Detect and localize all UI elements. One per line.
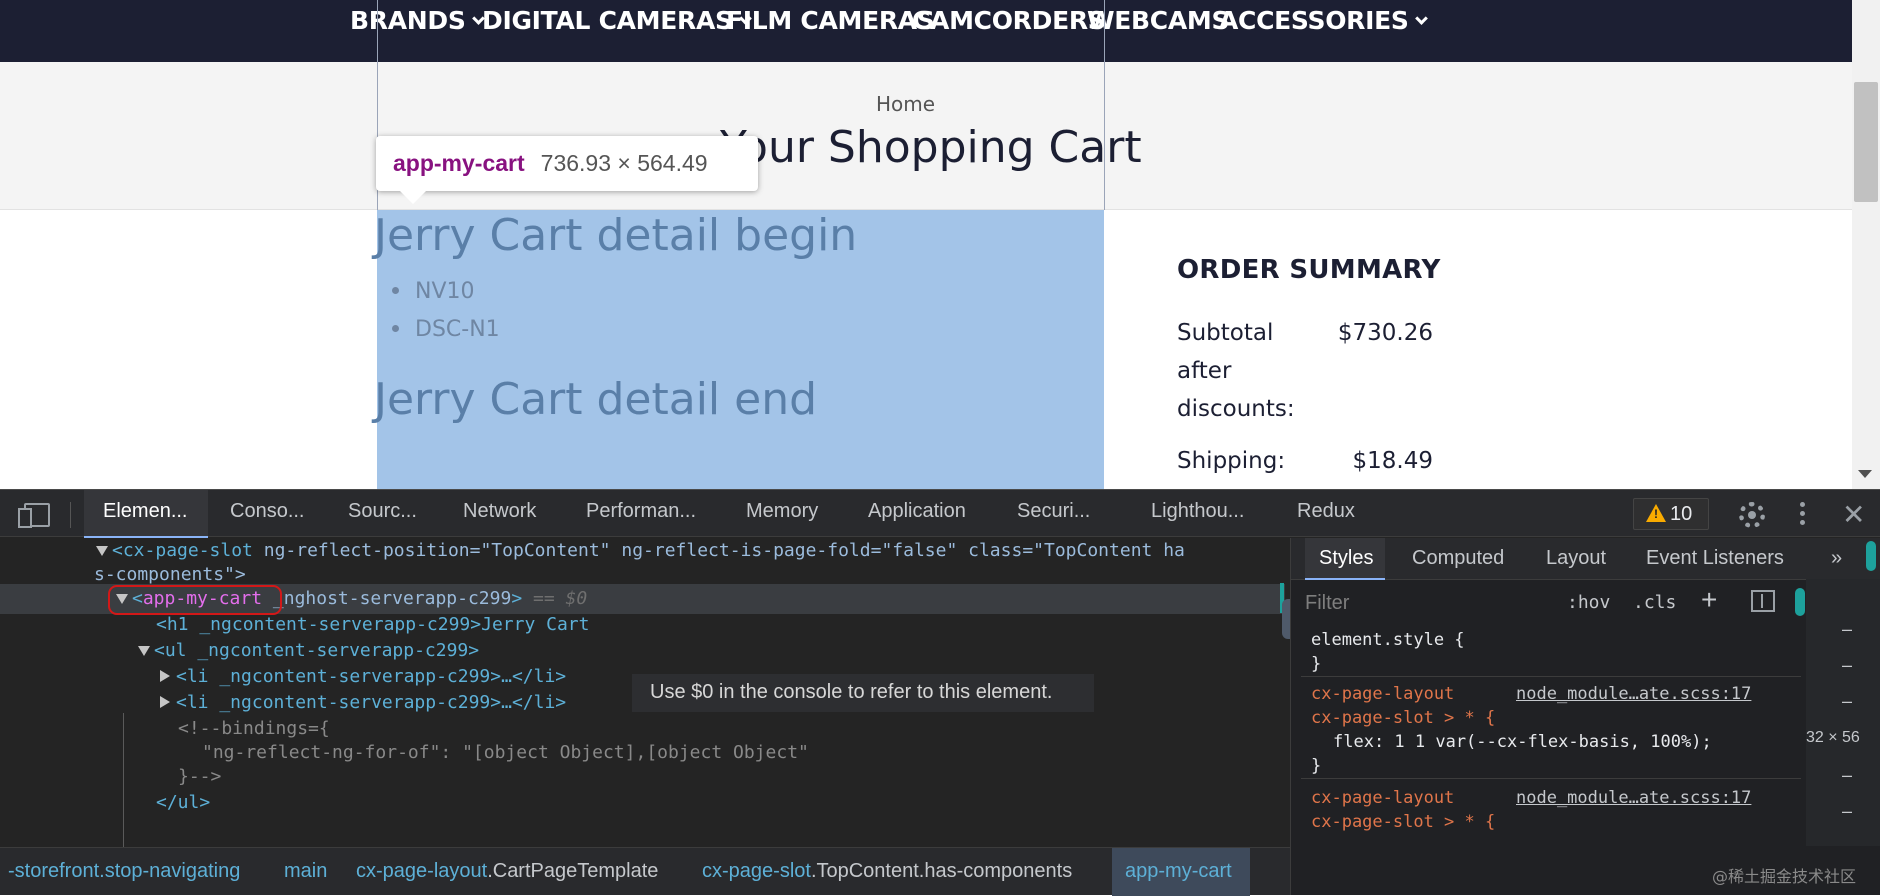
scroll-marker — [1866, 541, 1876, 571]
console-hint-tooltip: Use $0 in the console to refer to this e… — [632, 674, 1094, 712]
chevron-down-icon — [1414, 12, 1428, 25]
top-navigation: BRANDS DIGITAL CAMERAS FILM CAMERAS CAMC… — [0, 0, 1852, 62]
divider — [1301, 778, 1801, 779]
tab-computed[interactable]: Computed — [1412, 547, 1504, 570]
rule-close-brace: } — [1311, 756, 1322, 776]
styles-tabbar: Styles Computed Layout Event Listeners » — [1291, 538, 1880, 580]
shipping-value: $18.49 — [1352, 448, 1433, 474]
close-icon[interactable]: ✕ — [1842, 498, 1865, 531]
page-scrollbar-thumb[interactable] — [1854, 82, 1878, 202]
device-toolbar-icon[interactable] — [18, 503, 50, 528]
tab-event-listeners[interactable]: Event Listeners — [1646, 547, 1784, 570]
inspector-tooltip: app-my-cart 736.93 × 564.49 — [376, 136, 758, 204]
tab-lighthouse[interactable]: Lighthou... — [1151, 500, 1244, 523]
page-title: Your Shopping Cart — [720, 122, 1142, 173]
dom-breadcrumb-item[interactable]: cx-page-layout.CartPageTemplate — [356, 860, 658, 883]
rule-element-style[interactable]: element.style { — [1311, 628, 1465, 652]
nav-brands[interactable]: BRANDS — [350, 6, 485, 35]
expand-arrow-icon[interactable] — [138, 646, 150, 656]
scroll-down-arrow-icon[interactable] — [1858, 470, 1872, 478]
divider — [1301, 676, 1801, 677]
settings-gear-icon[interactable] — [1739, 502, 1765, 528]
tab-elements[interactable]: Elemen... — [103, 500, 187, 523]
nav-camcorders[interactable]: CAMCORDERS — [912, 6, 1106, 35]
breadcrumb[interactable]: Home — [876, 92, 935, 116]
warning-icon — [1646, 504, 1666, 522]
dom-node-cx-page-slot[interactable]: <cx-page-slot ng-reflect-position="TopCo… — [96, 538, 1185, 566]
tooltip-tag: app-my-cart — [393, 150, 525, 176]
dom-breadcrumb-item-active[interactable]: app-my-cart — [1125, 860, 1232, 883]
rule-selector[interactable]: cx-page-layout — [1311, 682, 1454, 706]
styles-scrollbar[interactable] — [1795, 588, 1805, 616]
devtools-tabbar: Elemen... Conso... Sourc... Network Perf… — [0, 489, 1880, 538]
rule-declaration[interactable]: flex: 1 1 var(--cx-flex-basis, 100%); — [1333, 730, 1712, 754]
watermark: @稀土掘金技术社区 — [1712, 867, 1857, 886]
rule-selector[interactable]: cx-page-slot > * { — [1311, 810, 1495, 834]
cart-heading-begin: Jerry Cart detail begin — [374, 210, 858, 261]
hover-state-toggle[interactable]: :hov — [1567, 592, 1610, 613]
elements-scrollbar[interactable] — [1282, 599, 1290, 639]
dom-comment: "ng-reflect-ng-for-of": "[object Object]… — [202, 742, 809, 763]
shipping-label: Shipping: — [1177, 448, 1286, 474]
collapsed-arrow-icon[interactable] — [160, 696, 170, 708]
tooltip-dimensions: 736.93 × 564.49 — [540, 150, 708, 176]
tab-styles[interactable]: Styles — [1319, 547, 1373, 570]
box-model-strip: – – – 32 × 56 – – — [1806, 579, 1880, 846]
list-item: NV10 — [392, 276, 500, 314]
dom-breadcrumb-item[interactable]: main — [284, 860, 327, 883]
elements-dom-tree: <cx-page-slot ng-reflect-position="TopCo… — [0, 538, 1290, 847]
dom-breadcrumb-bar: -storefront.stop-navigating main cx-page… — [0, 847, 1290, 896]
website-viewport: BRANDS DIGITAL CAMERAS FILM CAMERAS CAMC… — [0, 0, 1880, 489]
rule-selector[interactable]: cx-page-layout — [1311, 786, 1454, 810]
source-link[interactable]: node_module…ate.scss:17 — [1516, 682, 1751, 706]
rule-selector[interactable]: cx-page-slot > * { — [1311, 706, 1495, 730]
tab-console[interactable]: Conso... — [230, 500, 304, 523]
tab-application[interactable]: Application — [868, 500, 966, 523]
collapsed-arrow-icon[interactable] — [160, 670, 170, 682]
tab-redux[interactable]: Redux — [1297, 500, 1355, 523]
source-link[interactable]: node_module…ate.scss:17 — [1516, 786, 1751, 810]
dom-breadcrumb-item[interactable]: cx-page-slot.TopContent.has-components — [702, 860, 1072, 883]
more-tabs-icon[interactable]: » — [1831, 547, 1842, 570]
tab-performance[interactable]: Performan... — [586, 500, 696, 523]
warnings-counter[interactable]: 10 — [1633, 498, 1709, 530]
styles-filter-input[interactable]: Filter — [1305, 592, 1349, 615]
cart-heading-end: Jerry Cart detail end — [374, 374, 818, 425]
new-rule-icon[interactable]: + — [1701, 584, 1717, 616]
order-summary-title: ORDER SUMMARY — [1177, 255, 1441, 285]
cart-item-list: NV10 DSC-N1 — [392, 276, 500, 352]
tree-indent-guide — [123, 713, 124, 847]
list-item: DSC-N1 — [392, 314, 500, 352]
nav-webcams[interactable]: WEBCAMS — [1087, 6, 1229, 35]
nav-accessories[interactable]: ACCESSORIES — [1219, 6, 1428, 35]
class-toggle[interactable]: .cls — [1633, 592, 1676, 613]
tab-security[interactable]: Securi... — [1017, 500, 1090, 523]
dom-breadcrumb-item[interactable]: -storefront.stop-navigating — [8, 860, 240, 883]
subtotal-value: $730.26 — [1337, 320, 1433, 346]
tab-memory[interactable]: Memory — [746, 500, 818, 523]
tab-layout[interactable]: Layout — [1546, 547, 1606, 570]
page-scrollbar[interactable] — [1852, 0, 1880, 489]
toggle-sidebar-icon[interactable] — [1751, 590, 1775, 612]
divider — [70, 502, 71, 528]
tab-network[interactable]: Network — [463, 500, 536, 523]
nav-film-cameras[interactable]: FILM CAMERAS — [726, 6, 935, 35]
styles-pane: Styles Computed Layout Event Listeners »… — [1290, 538, 1880, 895]
rule-close-brace: } — [1311, 654, 1322, 674]
nav-digital-cameras[interactable]: DIGITAL CAMERAS — [482, 6, 752, 35]
expand-arrow-icon[interactable] — [96, 546, 108, 556]
tab-sources[interactable]: Sourc... — [348, 500, 417, 523]
more-options-icon[interactable] — [1800, 502, 1805, 526]
dom-node-close-ul[interactable]: </ul> — [156, 788, 210, 818]
subtotal-label: Subtotal after discounts: — [1177, 320, 1295, 422]
devtools-panel: Elemen... Conso... Sourc... Network Perf… — [0, 489, 1880, 896]
inspector-guide-line — [1104, 0, 1105, 210]
